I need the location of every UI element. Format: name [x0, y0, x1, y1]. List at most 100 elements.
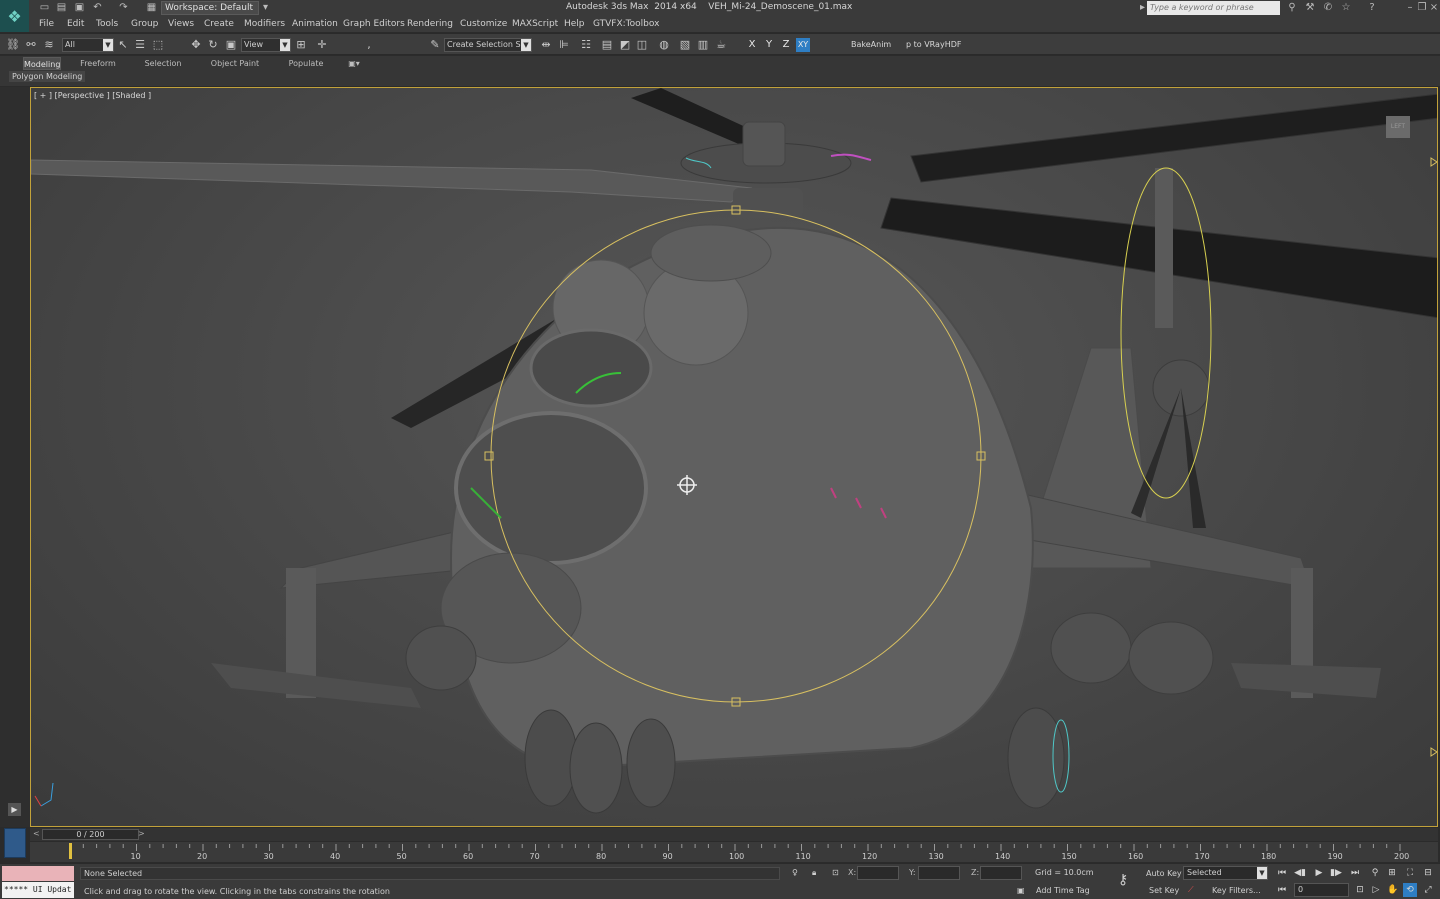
y-coordinate-field[interactable]	[918, 866, 960, 880]
viewport-label[interactable]: [ + ] [Perspective ] [Shaded ]	[34, 91, 151, 100]
axis-x-button[interactable]: X	[745, 38, 759, 52]
menu-tools[interactable]: Tools	[96, 19, 118, 29]
go-to-end-icon[interactable]: ⏭	[1348, 866, 1362, 880]
previous-key-icon[interactable]: ◀▮	[1293, 866, 1307, 880]
minimize-icon[interactable]: –	[1404, 2, 1416, 14]
select-by-name-icon[interactable]: ☰	[133, 38, 147, 52]
align-icon[interactable]: ⊫	[557, 38, 571, 52]
axis-y-button[interactable]: Y	[762, 38, 776, 52]
rendered-frame-icon[interactable]: ▥	[696, 38, 710, 52]
z-coordinate-field[interactable]	[980, 866, 1022, 880]
menu-edit[interactable]: Edit	[67, 19, 84, 29]
rotate-icon[interactable]: ↻	[206, 38, 220, 52]
axis-z-button[interactable]: Z	[779, 38, 793, 52]
current-frame-field[interactable]: 0	[1294, 883, 1349, 897]
mirror-icon[interactable]: ⇹	[539, 38, 553, 52]
x-coordinate-field[interactable]	[857, 866, 899, 880]
key-mode-toggle-icon[interactable]: ⏮	[1275, 883, 1289, 897]
auto-key-button[interactable]: Auto Key	[1146, 869, 1182, 878]
menu-maxscript[interactable]: MAXScript	[512, 19, 558, 29]
move-icon[interactable]: ✥	[189, 38, 203, 52]
menu-views[interactable]: Views	[168, 19, 194, 29]
binoculars-icon[interactable]: ⚲	[1286, 2, 1298, 14]
select-manipulate-icon[interactable]: ✛	[315, 38, 329, 52]
select-and-link-icon[interactable]: ⛓	[6, 38, 20, 52]
zoom-extents-all-icon[interactable]: ⊟	[1421, 866, 1435, 880]
time-tag-icon[interactable]: ▣	[1017, 886, 1025, 895]
tab-modeling[interactable]: Modeling	[23, 57, 61, 70]
app-logo-icon[interactable]: ❖	[0, 0, 29, 32]
chevron-down-icon[interactable]: ▾	[259, 2, 272, 14]
open-file-icon[interactable]: ▤	[55, 2, 68, 14]
current-frame-marker[interactable]	[69, 843, 72, 859]
maxscript-listener-output[interactable]: ***** UI Updat	[2, 882, 74, 898]
edit-named-selection-icon[interactable]: ✎	[428, 38, 442, 52]
new-file-icon[interactable]: ▭	[38, 2, 51, 14]
close-icon[interactable]: ×	[1428, 2, 1440, 14]
tab-freeform[interactable]: Freeform	[79, 57, 117, 70]
redo-icon[interactable]: ↷	[117, 2, 130, 14]
render-teapot-icon[interactable]: ☕	[714, 38, 728, 52]
next-key-icon[interactable]: ▮▶	[1329, 866, 1343, 880]
menu-create[interactable]: Create	[204, 19, 234, 29]
workspace-dropdown[interactable]: Workspace: Default	[161, 1, 259, 15]
save-file-icon[interactable]: ▣	[73, 2, 86, 14]
undo-icon[interactable]: ↶	[91, 2, 104, 14]
curve-editor-icon[interactable]: ◩	[618, 38, 632, 52]
track-bar[interactable]: 10 20 30 40 50 60 70 80 90 100 110 120 130 140 150 160 1…	[30, 842, 1438, 862]
orbit-icon[interactable]: ⟲	[1403, 883, 1417, 897]
time-slider-handle[interactable]: 0 / 200	[42, 829, 139, 840]
time-slider[interactable]: < 0 / 200 >	[30, 828, 1438, 841]
menu-customize[interactable]: Customize	[460, 19, 507, 29]
ribbon-options-icon[interactable]: ▣▾	[344, 57, 364, 70]
zoom-extents-icon[interactable]: ⛶	[1403, 866, 1417, 880]
key-filters-button[interactable]: Key Filters...	[1212, 886, 1261, 895]
favorites-star-icon[interactable]: ☆	[1340, 2, 1352, 14]
viewcube[interactable]: LEFT	[1386, 116, 1410, 138]
menu-modifiers[interactable]: Modifiers	[244, 19, 285, 29]
named-selection-dropdown[interactable]: Create Selection Se ▼	[444, 38, 532, 52]
zoom-all-icon[interactable]: ⊞	[1385, 866, 1399, 880]
selection-filter-dropdown[interactable]: All ▼	[62, 38, 114, 52]
help-icon[interactable]: ?	[1366, 2, 1378, 14]
layer-manager-icon[interactable]: ☷	[579, 38, 593, 52]
prev-frame-icon[interactable]: <	[33, 829, 40, 838]
menu-group[interactable]: Group	[131, 19, 158, 29]
menu-file[interactable]: File	[39, 19, 54, 29]
pivot-center-icon[interactable]: ⊞	[294, 38, 308, 52]
key-icon[interactable]: ⚷	[1118, 872, 1128, 888]
graphite-toggle-icon[interactable]: ▤	[600, 38, 614, 52]
go-to-start-icon[interactable]: ⏮	[1275, 866, 1289, 880]
project-folder-icon[interactable]: ▦	[145, 2, 158, 14]
scale-icon[interactable]: ▣	[224, 38, 238, 52]
tab-selection[interactable]: Selection	[143, 57, 183, 70]
select-object-icon[interactable]: ↖	[116, 38, 130, 52]
keyboard-shortcut-icon[interactable]: ,	[362, 38, 376, 52]
zoom-icon[interactable]: ⚲	[1368, 866, 1382, 880]
add-time-tag-button[interactable]: Add Time Tag	[1036, 886, 1090, 895]
key-selection-dropdown[interactable]: Selected ▼	[1183, 866, 1268, 880]
field-of-view-icon[interactable]: ⊡	[1353, 883, 1367, 897]
material-editor-icon[interactable]: ◍	[657, 38, 671, 52]
subscription-icon[interactable]: ⚒	[1304, 2, 1316, 14]
absolute-mode-icon[interactable]: ⊡	[832, 868, 839, 877]
play-icon[interactable]: ▶	[1312, 866, 1326, 880]
orbit-subobject-icon[interactable]: ▷	[1369, 883, 1383, 897]
ribbon-panel-polygon-modeling[interactable]: Polygon Modeling	[9, 71, 86, 82]
set-key-button[interactable]: Set Key	[1149, 886, 1179, 895]
tab-object-paint[interactable]: Object Paint	[209, 57, 261, 70]
menu-graph-editors[interactable]: Graph Editors	[343, 19, 405, 29]
mini-curve-editor-button[interactable]	[4, 828, 26, 858]
key-mode-icon[interactable]: ⟋	[1188, 885, 1194, 895]
menu-gtvfx-toolbox[interactable]: GTVFX:Toolbox	[593, 19, 659, 29]
communication-icon[interactable]: ✆	[1322, 2, 1334, 14]
vrayhdri-button[interactable]: p to VRayHDF	[906, 38, 961, 52]
search-input[interactable]: Type a keyword or phrase	[1147, 1, 1280, 15]
reference-coordinate-dropdown[interactable]: View ▼	[241, 38, 291, 52]
menu-help[interactable]: Help	[564, 19, 585, 29]
rectangular-selection-icon[interactable]: ⬚	[151, 38, 165, 52]
play-animation-icon[interactable]: ▶	[8, 803, 21, 816]
menu-rendering[interactable]: Rendering	[407, 19, 453, 29]
axis-xy-button[interactable]: XY	[796, 38, 810, 52]
next-frame-icon[interactable]: >	[138, 829, 145, 838]
